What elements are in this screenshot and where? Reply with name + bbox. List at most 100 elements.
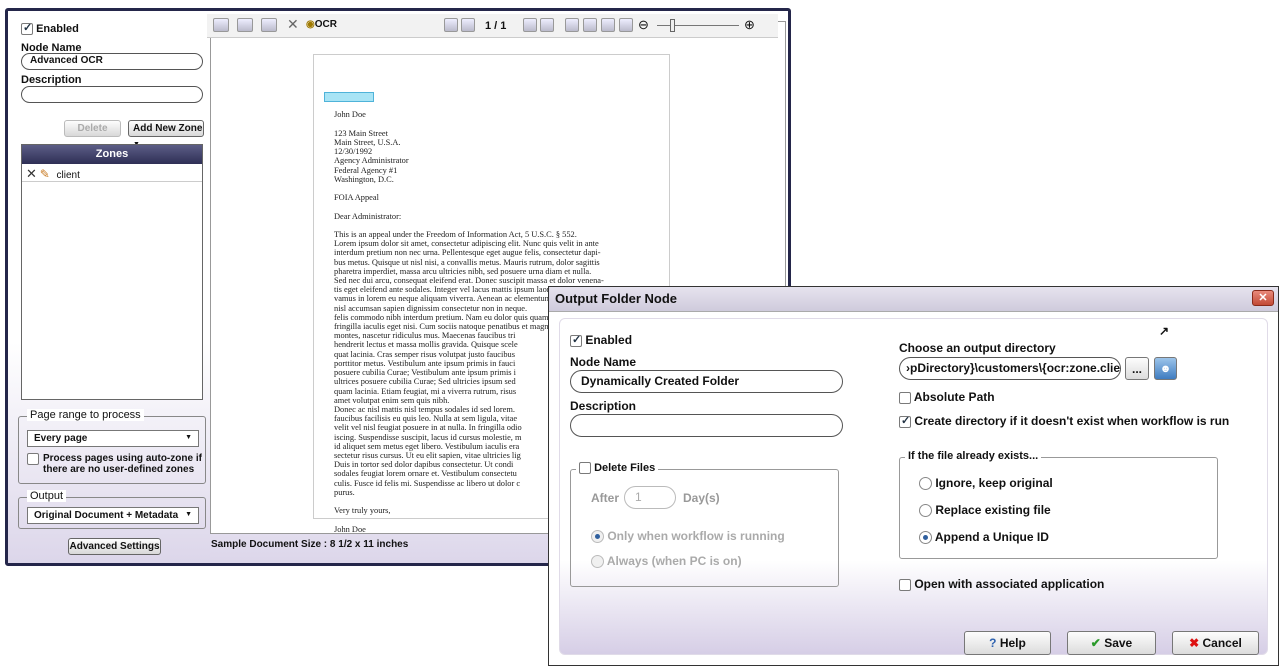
delete-files-checkbox[interactable] <box>579 462 591 475</box>
always-row[interactable]: Always (when PC is on) <box>591 554 742 569</box>
check-icon: ✔ <box>1090 636 1101 650</box>
page-indicator: 1 / 1 <box>485 20 507 32</box>
zoom-slider-handle[interactable] <box>670 19 675 32</box>
list-item[interactable]: ✕ ✎ client <box>22 164 202 182</box>
replace-radio[interactable] <box>919 504 932 518</box>
fit-page-icon[interactable] <box>619 18 633 32</box>
expand-arrow-icon[interactable]: ↗ <box>1159 324 1169 338</box>
last-page-icon[interactable] <box>540 18 554 32</box>
open-app-row[interactable]: Open with associated application <box>899 577 1104 591</box>
delete-files-group: Delete Files After 1 Day(s) Only when wo… <box>570 462 839 587</box>
delete-icon[interactable]: ✕ <box>26 166 37 181</box>
delete-zone-button[interactable]: Delete <box>64 120 121 137</box>
append-row[interactable]: Append a Unique ID <box>919 530 1049 545</box>
output-folder-dialog: Output Folder Node ✕ Enabled Node Name D… <box>548 286 1279 666</box>
page-range-select[interactable]: Every page ▼ <box>27 430 199 447</box>
open-app-checkbox[interactable] <box>899 578 911 591</box>
autozone-row[interactable]: Process pages using auto-zone if there a… <box>27 453 203 475</box>
browse-button[interactable]: ... <box>1125 357 1149 380</box>
help-icon: ? <box>989 636 997 650</box>
x-icon: ✖ <box>1189 636 1200 650</box>
always-label: Always (when PC is on) <box>606 554 742 568</box>
image-icon[interactable] <box>565 18 579 32</box>
page-range-value: Every page <box>34 433 88 444</box>
tools-icon[interactable] <box>213 18 229 32</box>
days-label: Day(s) <box>683 491 720 505</box>
user-icon: ☻ <box>1159 363 1172 375</box>
help-button[interactable]: ? Help <box>964 631 1051 655</box>
description-field[interactable] <box>570 414 843 437</box>
page-icon[interactable] <box>237 18 253 32</box>
absolute-path-checkbox[interactable] <box>899 391 911 404</box>
if-exists-group: If the file already exists... Ignore, ke… <box>899 450 1218 559</box>
viewer-toolbar: ✕ ◉OCR 1 / 1 ⊖ ⊕ <box>207 14 778 38</box>
output-dir-label: Choose an output directory <box>899 341 1056 355</box>
cancel-button[interactable]: ✖ Cancel <box>1172 631 1259 655</box>
document-name-text: John Doe <box>334 110 366 120</box>
description-field[interactable] <box>21 86 203 103</box>
if-exists-label: If the file already exists... <box>905 450 1042 462</box>
delete-files-label: Delete Files <box>594 462 656 474</box>
only-running-radio[interactable] <box>591 530 604 544</box>
append-label: Append a Unique ID <box>934 530 1049 544</box>
close-icon[interactable]: ✕ <box>287 16 299 33</box>
ocr-icon: ◉ <box>306 19 315 30</box>
output-label: Output <box>27 490 67 502</box>
enabled-row[interactable]: Enabled <box>21 21 79 36</box>
pencil-icon[interactable]: ✎ <box>40 167 50 181</box>
chevron-down-icon: ▼ <box>185 434 192 441</box>
dialog-title: Output Folder Node <box>555 291 678 306</box>
fit-width-icon[interactable] <box>583 18 597 32</box>
enabled-checkbox[interactable] <box>21 21 33 36</box>
create-dir-checkbox[interactable] <box>899 414 911 428</box>
create-dir-row[interactable]: Create directory if it doesn't exist whe… <box>899 414 1229 428</box>
output-dir-field[interactable]: ›pDirectory}\customers\{ocr:zone.client[… <box>899 357 1121 380</box>
zoom-in-icon[interactable]: ⊕ <box>744 17 755 33</box>
output-value: Original Document + Metadata <box>34 510 179 521</box>
ignore-radio[interactable] <box>919 477 932 491</box>
next-page-icon[interactable] <box>523 18 537 32</box>
append-radio[interactable] <box>919 531 932 545</box>
ocr-button[interactable]: ◉OCR <box>306 19 337 30</box>
fit-height-icon[interactable] <box>601 18 615 32</box>
ignore-row[interactable]: Ignore, keep original <box>919 476 1053 491</box>
after-days-field[interactable]: 1 <box>624 486 676 509</box>
zone-highlight[interactable] <box>324 92 374 102</box>
replace-label: Replace existing file <box>935 503 1051 517</box>
zoom-out-icon[interactable]: ⊖ <box>638 17 649 33</box>
close-icon[interactable]: ✕ <box>1252 290 1274 306</box>
only-running-row[interactable]: Only when workflow is running <box>591 529 785 544</box>
save-label: Save <box>1104 636 1133 650</box>
replace-row[interactable]: Replace existing file <box>919 503 1051 518</box>
enabled-checkbox[interactable] <box>570 333 582 347</box>
variable-picker-button[interactable]: ☻ <box>1154 357 1177 380</box>
page-range-label: Page range to process <box>27 409 144 421</box>
scan-icon[interactable] <box>261 18 277 32</box>
enabled-label: Enabled <box>36 23 79 35</box>
dialog-titlebar: Output Folder Node <box>549 287 1278 312</box>
node-name-field[interactable]: Dynamically Created Folder <box>570 370 843 393</box>
delete-files-row[interactable]: Delete Files <box>576 462 659 475</box>
create-dir-label: Create directory if it doesn't exist whe… <box>914 414 1230 428</box>
zone-name: client <box>56 170 80 181</box>
absolute-path-label: Absolute Path <box>913 390 995 404</box>
enabled-row[interactable]: Enabled <box>570 333 632 347</box>
always-radio[interactable] <box>591 555 604 569</box>
zones-header: Zones <box>22 145 202 164</box>
output-group: Output Original Document + Metadata ▼ <box>18 490 206 529</box>
absolute-path-row[interactable]: Absolute Path <box>899 390 995 404</box>
node-name-label: Node Name <box>570 355 637 369</box>
advanced-settings-button[interactable]: Advanced Settings <box>68 538 161 555</box>
description-label: Description <box>570 399 637 413</box>
autozone-checkbox[interactable] <box>27 453 39 465</box>
dialog-body: Enabled Node Name Dynamically Created Fo… <box>559 318 1268 655</box>
only-running-label: Only when workflow is running <box>607 529 785 543</box>
add-new-zone-button[interactable]: Add New Zone ▼ <box>128 120 204 148</box>
description-label: Description <box>21 74 82 86</box>
node-name-field[interactable]: Advanced OCR <box>21 53 203 70</box>
output-select[interactable]: Original Document + Metadata ▼ <box>27 507 199 524</box>
zones-list: Zones ✕ ✎ client <box>21 144 203 400</box>
save-button[interactable]: ✔ Save <box>1067 631 1156 655</box>
first-page-icon[interactable] <box>444 18 458 32</box>
prev-page-icon[interactable] <box>461 18 475 32</box>
